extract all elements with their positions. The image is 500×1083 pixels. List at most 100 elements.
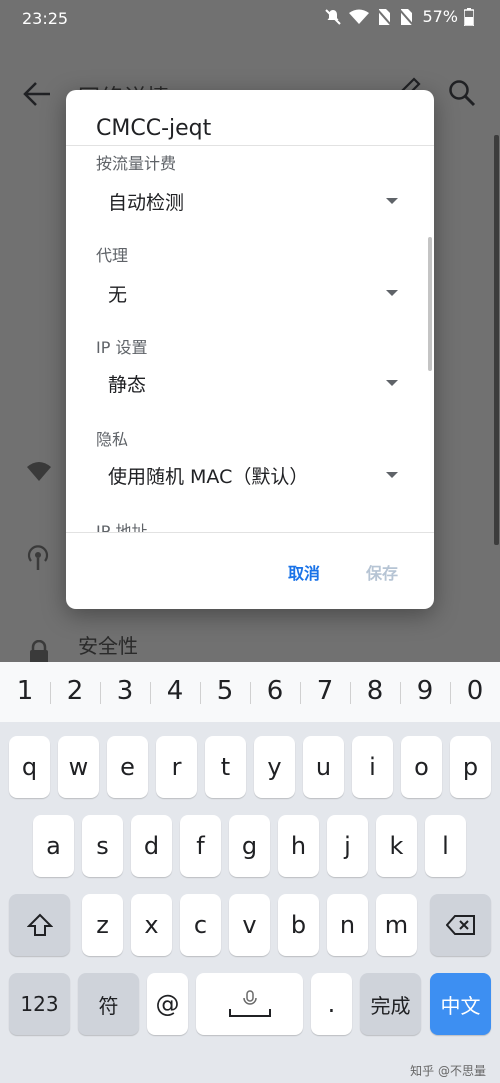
key-9[interactable]: 9 (405, 676, 445, 706)
numeric-switch-key[interactable]: 123 (9, 973, 70, 1035)
key-i[interactable]: i (352, 736, 393, 798)
separator (300, 682, 301, 704)
battery-percent: 57% (422, 7, 458, 26)
key-r[interactable]: r (156, 736, 197, 798)
save-button[interactable]: 保存 (366, 560, 398, 584)
key-1[interactable]: 1 (5, 676, 45, 706)
proxy-label: 代理 (96, 246, 129, 265)
at-key[interactable]: @ (147, 973, 188, 1035)
key-z[interactable]: z (82, 894, 123, 956)
key-g[interactable]: g (229, 815, 270, 877)
key-u[interactable]: u (303, 736, 344, 798)
proxy-select[interactable]: 无 (108, 274, 398, 312)
key-8[interactable]: 8 (355, 676, 395, 706)
key-q[interactable]: q (9, 736, 50, 798)
wifi-icon (27, 462, 51, 481)
key-f[interactable]: f (180, 815, 221, 877)
ip-address-label: IP 地址 (96, 522, 148, 532)
done-label: 完成 (370, 993, 411, 1018)
space-key[interactable] (196, 973, 303, 1035)
metered-label: 按流量计费 (96, 154, 177, 173)
key-d[interactable]: d (131, 815, 172, 877)
ip-settings-select[interactable]: 静态 (108, 364, 398, 402)
separator (100, 682, 101, 704)
key-y[interactable]: y (254, 736, 295, 798)
key-l[interactable]: l (425, 815, 466, 877)
symbol-key[interactable]: 符 (78, 973, 139, 1035)
no-sim-icon-2 (398, 7, 415, 26)
privacy-label: 隐私 (96, 430, 129, 449)
key-o[interactable]: o (401, 736, 442, 798)
wifi-signal-icon (349, 9, 370, 24)
number-row: 1 2 3 4 5 6 7 8 9 0 (0, 662, 500, 722)
key-b[interactable]: b (278, 894, 319, 956)
separator (250, 682, 251, 704)
divider (66, 532, 434, 533)
mute-icon (325, 8, 342, 25)
key-p[interactable]: p (450, 736, 491, 798)
key-t[interactable]: t (205, 736, 246, 798)
key-k[interactable]: k (376, 815, 417, 877)
key-4[interactable]: 4 (155, 676, 195, 706)
space-mic-icon (228, 990, 271, 1017)
page-scrollbar[interactable] (494, 135, 499, 545)
soft-keyboard: 1 2 3 4 5 6 7 8 9 0 q w e r t y u i o p … (0, 662, 500, 1083)
no-sim-icon (376, 7, 393, 26)
dialog-title: CMCC-jeqt (96, 116, 212, 141)
separator (350, 682, 351, 704)
ip-settings-label: IP 设置 (96, 338, 148, 357)
lock-icon (30, 640, 48, 664)
separator (200, 682, 201, 704)
language-label: 中文 (440, 993, 481, 1018)
key-n[interactable]: n (327, 894, 368, 956)
key-m[interactable]: m (376, 894, 417, 956)
dialog-scrollbar[interactable] (428, 237, 432, 371)
key-j[interactable]: j (327, 815, 368, 877)
dropdown-arrow-icon (386, 290, 398, 296)
key-2[interactable]: 2 (55, 676, 95, 706)
privacy-select[interactable]: 使用随机 MAC（默认） (108, 456, 398, 494)
shift-key[interactable] (9, 894, 70, 956)
key-w[interactable]: w (58, 736, 99, 798)
key-c[interactable]: c (180, 894, 221, 956)
key-v[interactable]: v (229, 894, 270, 956)
privacy-value: 使用随机 MAC（默认） (108, 466, 309, 488)
status-icons: 57% (324, 7, 474, 26)
backspace-icon (445, 915, 475, 935)
key-5[interactable]: 5 (205, 676, 245, 706)
done-key[interactable]: 完成 (360, 973, 421, 1035)
backspace-key[interactable] (430, 894, 491, 956)
status-bar: 23:25 57% (0, 0, 500, 38)
dropdown-arrow-icon (386, 198, 398, 204)
ip-settings-value: 静态 (108, 374, 147, 396)
dropdown-arrow-icon (386, 472, 398, 478)
cancel-button[interactable]: 取消 (288, 560, 320, 584)
symbol-label: 符 (98, 993, 119, 1018)
key-s[interactable]: s (82, 815, 123, 877)
network-edit-dialog: CMCC-jeqt 按流量计费 自动检测 代理 无 IP 设置 静态 隐私 使用… (66, 90, 434, 609)
watermark: 知乎 @不思量 (410, 1064, 486, 1078)
key-a[interactable]: a (33, 815, 74, 877)
key-x[interactable]: x (131, 894, 172, 956)
key-3[interactable]: 3 (105, 676, 145, 706)
numeric-switch-label: 123 (20, 992, 59, 1016)
status-time: 23:25 (22, 9, 69, 28)
period-key[interactable]: . (311, 973, 352, 1035)
key-h[interactable]: h (278, 815, 319, 877)
separator (150, 682, 151, 704)
back-arrow-icon[interactable] (22, 80, 52, 108)
key-6[interactable]: 6 (255, 676, 295, 706)
key-7[interactable]: 7 (305, 676, 345, 706)
security-label: 安全性 (78, 634, 138, 658)
hotspot-icon (27, 545, 49, 570)
search-icon[interactable] (447, 78, 477, 108)
metered-select[interactable]: 自动检测 (108, 182, 398, 220)
proxy-value: 无 (108, 284, 128, 306)
key-e[interactable]: e (107, 736, 148, 798)
language-switch-key[interactable]: 中文 (430, 973, 491, 1035)
shift-arrow-icon (26, 913, 53, 936)
key-0[interactable]: 0 (455, 676, 495, 706)
dialog-body: 按流量计费 自动检测 代理 无 IP 设置 静态 隐私 使用随机 MAC（默认）… (66, 146, 434, 532)
separator (50, 682, 51, 704)
battery-icon (464, 7, 474, 26)
